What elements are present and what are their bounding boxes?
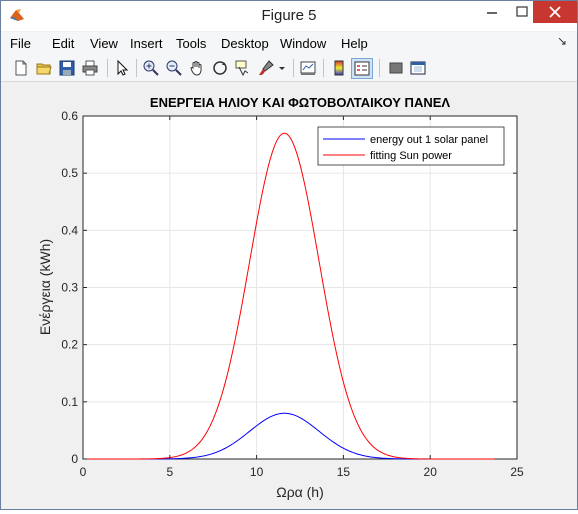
brush-icon[interactable] (257, 59, 275, 77)
maximize-icon[interactable] (508, 1, 536, 23)
toolbar-separator (136, 59, 137, 77)
zoom-out-icon[interactable] (165, 59, 183, 77)
x-tick-label: 5 (166, 465, 173, 479)
menu-tools[interactable]: Tools (176, 36, 206, 51)
y-tick-label: 0 (71, 452, 78, 466)
brush-dropdown-icon[interactable] (277, 59, 287, 77)
pan-hand-icon[interactable] (188, 59, 206, 77)
menu-view[interactable]: View (90, 36, 118, 51)
y-tick-label: 0.3 (61, 281, 78, 295)
x-axis-label: Ωρα (h) (276, 484, 324, 500)
chart-title: ΕΝΕΡΓΕΙΑ ΗΛΙΟΥ ΚΑΙ ΦΩΤΟΒΟΛΤΑΙΚΟΥ ΠΑΝΕΛ (150, 95, 450, 110)
figure-window: Figure 5 File Edit View Insert Tools Des… (0, 0, 578, 510)
legend[interactable]: energy out 1 solar panel fitting Sun pow… (317, 126, 505, 166)
menu-edit[interactable]: Edit (52, 36, 74, 51)
y-tick-label: 0.1 (61, 395, 78, 409)
menu-desktop[interactable]: Desktop (221, 36, 269, 51)
new-figure-icon[interactable] (12, 59, 30, 77)
x-tick-label: 15 (337, 465, 351, 479)
hide-plot-tools-icon[interactable] (387, 59, 405, 77)
figure-toolbar (1, 54, 577, 82)
show-plot-tools-icon[interactable] (409, 59, 427, 77)
save-icon[interactable] (58, 59, 76, 77)
toolbar-separator (323, 59, 324, 77)
minimize-icon[interactable] (478, 1, 506, 23)
y-tick-label: 0.2 (61, 338, 78, 352)
menu-dock-arrow-icon[interactable]: ↘ (557, 34, 567, 48)
legend-label-series-2: fitting Sun power (370, 150, 452, 162)
link-plot-icon[interactable] (299, 59, 317, 77)
zoom-in-icon[interactable] (142, 59, 160, 77)
legend-label-series-1: energy out 1 solar panel (370, 134, 488, 146)
y-axis-label: Ενέργεια (kWh) (37, 239, 53, 335)
y-tick-label: 0.5 (61, 166, 78, 180)
toolbar-separator (107, 59, 108, 77)
rotate-3d-icon[interactable] (211, 59, 229, 77)
menu-help[interactable]: Help (341, 36, 368, 51)
menu-file[interactable]: File (10, 36, 31, 51)
line-chart: 0 5 10 15 20 25 0 0.1 0.2 0.3 0.4 0.5 0.6 ΕΝΕΡΓΕΙΑ Η… (37, 95, 524, 500)
y-tick-label: 0.4 (61, 223, 78, 237)
toolbar-separator (379, 59, 380, 77)
y-tick-label: 0.6 (61, 109, 78, 123)
close-icon[interactable] (533, 1, 577, 23)
x-tick-label: 10 (250, 465, 264, 479)
print-icon[interactable] (81, 59, 99, 77)
menu-window[interactable]: Window (280, 36, 326, 51)
insert-colorbar-icon[interactable] (330, 59, 348, 77)
x-tick-label: 0 (80, 465, 87, 479)
title-bar[interactable]: Figure 5 (1, 1, 577, 31)
insert-legend-icon[interactable] (351, 58, 373, 79)
toolbar-separator (293, 59, 294, 77)
menu-bar: File Edit View Insert Tools Desktop Wind… (1, 32, 577, 54)
open-file-icon[interactable] (35, 59, 53, 77)
x-tick-label: 20 (424, 465, 438, 479)
x-tick-label: 25 (510, 465, 524, 479)
data-cursor-icon[interactable] (234, 59, 252, 77)
figure-canvas[interactable]: 0 5 10 15 20 25 0 0.1 0.2 0.3 0.4 0.5 0.6 ΕΝΕΡΓΕΙΑ Η… (1, 83, 577, 509)
menu-insert[interactable]: Insert (130, 36, 163, 51)
edit-plot-arrow-icon[interactable] (113, 59, 131, 77)
